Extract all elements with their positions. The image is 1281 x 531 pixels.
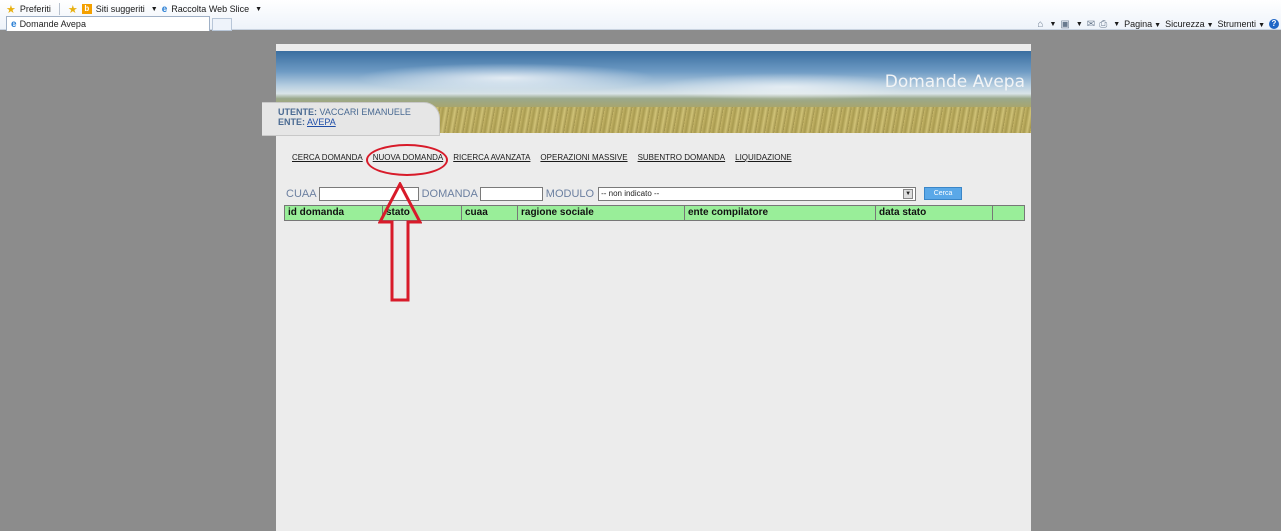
page-menu[interactable]: Pagina ▼ [1124, 19, 1161, 29]
security-menu[interactable]: Sicurezza ▼ [1165, 19, 1213, 29]
page-title: Domande Avepa [884, 72, 1025, 92]
column-header[interactable]: cuaa [462, 206, 518, 220]
nav-cerca-domanda[interactable]: CERCA DOMANDA [292, 153, 363, 162]
web-slice-link[interactable]: Raccolta Web Slice [171, 4, 249, 14]
app-container: Domande Avepa UTENTE: VACCARI EMANUELE E… [262, 44, 1031, 531]
favorites-bar: ★ Preferiti ★ b Siti suggeriti ▼ e Racco… [6, 2, 262, 16]
mail-icon[interactable]: ✉ [1087, 19, 1095, 30]
ente-line: ENTE: AVEPA [278, 117, 439, 127]
modulo-label: MODULO [545, 187, 595, 200]
user-line: UTENTE: VACCARI EMANUELE [278, 107, 439, 117]
user-label: UTENTE: [278, 107, 317, 117]
user-name: VACCARI EMANUELE [319, 107, 411, 117]
browser-toolbar: ★ Preferiti ★ b Siti suggeriti ▼ e Racco… [0, 0, 1281, 31]
tools-menu-label: Strumenti [1217, 19, 1257, 29]
chevron-down-icon[interactable]: ▼ [1049, 21, 1056, 28]
add-favorite-icon[interactable]: ★ [68, 3, 78, 16]
nav-liquidazione[interactable]: LIQUIDAZIONE [735, 153, 791, 162]
favorites-star-icon[interactable]: ★ [6, 3, 16, 16]
banner-cloud [656, 73, 916, 101]
modulo-select[interactable]: -- non indicato -- ▼ [598, 186, 917, 201]
column-header[interactable]: id domanda [285, 206, 383, 220]
cuaa-label: CUAA [286, 187, 317, 200]
favorites-button[interactable]: Preferiti [20, 4, 51, 14]
column-header[interactable]: ragione sociale [518, 206, 685, 220]
annotation-arrow-icon [378, 182, 422, 302]
chevron-down-icon[interactable]: ▼ [151, 6, 158, 13]
banner-cloud [356, 63, 656, 93]
page-viewport: Domande Avepa UTENTE: VACCARI EMANUELE E… [6, 44, 1281, 531]
chevron-down-icon[interactable]: ▼ [903, 188, 914, 199]
column-header[interactable]: data stato [876, 206, 993, 220]
ente-link[interactable]: AVEPA [307, 117, 336, 127]
tab-title: Domande Avepa [19, 19, 86, 29]
help-icon[interactable]: ? [1269, 19, 1279, 29]
suggested-sites-icon: b [81, 4, 92, 14]
nav-operazioni-massive[interactable]: OPERAZIONI MASSIVE [540, 153, 627, 162]
command-bar: ⌂ ▼ ▣ ▼ ✉ ⎙ ▼ Pagina ▼ Sicurezza ▼ Strumenti ▼… [1037, 18, 1281, 30]
print-icon[interactable]: ⎙ [1099, 19, 1107, 30]
chevron-down-icon[interactable]: ▼ [1076, 21, 1083, 28]
web-slice-icon: e [161, 3, 168, 15]
chevron-down-icon[interactable]: ▼ [255, 6, 262, 13]
domanda-label: DOMANDA [421, 187, 478, 200]
tools-menu[interactable]: Strumenti ▼ [1218, 19, 1265, 29]
nav-subentro-domanda[interactable]: SUBENTRO DOMANDA [638, 153, 726, 162]
tab-strip: e Domande Avepa [6, 16, 232, 31]
domanda-input[interactable] [479, 186, 543, 201]
user-info-panel: UTENTE: VACCARI EMANUELE ENTE: AVEPA [262, 102, 440, 136]
chevron-down-icon[interactable]: ▼ [1113, 21, 1120, 28]
cerca-button[interactable]: Cerca [924, 187, 963, 200]
page-menu-label: Pagina [1124, 19, 1153, 29]
annotation-ellipse [366, 144, 448, 176]
nav-ricerca-avanzata[interactable]: RICERCA AVANZATA [453, 153, 530, 162]
home-icon[interactable]: ⌂ [1037, 19, 1043, 30]
new-tab-button[interactable] [212, 18, 232, 31]
feeds-icon[interactable]: ▣ [1060, 19, 1069, 30]
ente-label: ENTE: [278, 117, 305, 127]
suggested-sites-link[interactable]: Siti suggeriti [96, 4, 145, 14]
security-menu-label: Sicurezza [1165, 19, 1205, 29]
separator [58, 3, 60, 15]
column-header-empty [993, 206, 1024, 220]
modulo-selected-value: -- non indicato -- [601, 188, 660, 198]
browser-tab[interactable]: e Domande Avepa [6, 16, 210, 31]
ie-page-icon: e [11, 18, 17, 30]
column-header[interactable]: ente compilatore [685, 206, 876, 220]
